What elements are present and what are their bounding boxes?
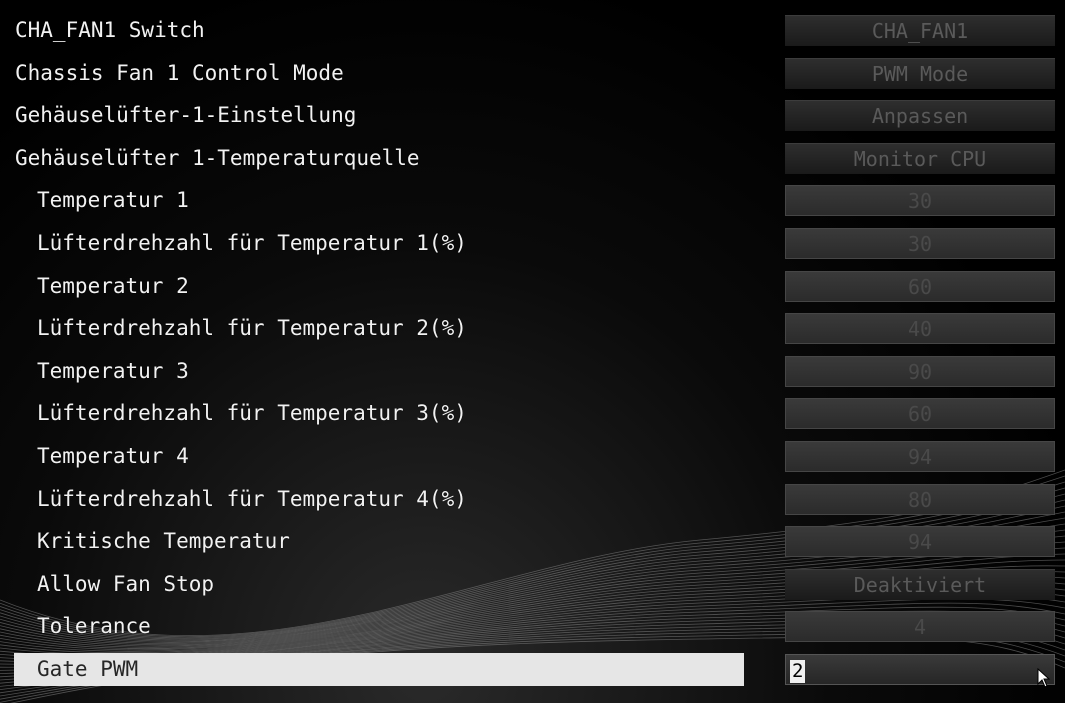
- setting-value-field[interactable]: 40: [785, 313, 1055, 345]
- setting-label[interactable]: Gate PWM: [37, 648, 138, 690]
- setting-row[interactable]: Allow Fan Stop Deaktiviert: [0, 563, 1065, 605]
- setting-value-field[interactable]: 94: [785, 526, 1055, 558]
- setting-row[interactable]: Temperatur 1 30: [0, 179, 1065, 221]
- setting-value-input[interactable]: 2: [785, 654, 1055, 685]
- setting-label[interactable]: Kritische Temperatur: [37, 520, 290, 562]
- setting-value-field[interactable]: 30: [785, 228, 1055, 259]
- setting-label[interactable]: Lüfterdrehzahl für Temperatur 3(%): [37, 392, 467, 434]
- setting-row[interactable]: Gehäuselüfter-1-Einstellung Anpassen: [0, 94, 1065, 136]
- setting-row[interactable]: Chassis Fan 1 Control Mode PWM Mode: [0, 52, 1065, 94]
- setting-row[interactable]: Temperatur 4 94: [0, 435, 1065, 477]
- setting-value-edit-text[interactable]: 2: [790, 660, 806, 683]
- setting-value-dropdown[interactable]: Anpassen: [785, 100, 1055, 132]
- bios-fan-settings-screen: CHA_FAN1 Switch CHA_FAN1 Chassis Fan 1 Con…: [0, 0, 1065, 703]
- setting-label[interactable]: Lüfterdrehzahl für Temperatur 2(%): [37, 307, 467, 349]
- setting-label[interactable]: Temperatur 2: [37, 265, 189, 307]
- setting-label[interactable]: Temperatur 1: [37, 179, 189, 221]
- setting-row[interactable]: Temperatur 2 60: [0, 265, 1065, 307]
- setting-label[interactable]: Allow Fan Stop: [37, 563, 214, 605]
- setting-label[interactable]: Tolerance: [37, 605, 151, 647]
- setting-value-dropdown[interactable]: Monitor CPU: [785, 142, 1055, 174]
- setting-value-field[interactable]: 4: [785, 611, 1055, 643]
- setting-row[interactable]: Lüfterdrehzahl für Temperatur 1(%) 30: [0, 222, 1065, 264]
- mouse-pointer-icon: [1037, 668, 1051, 688]
- setting-value-field[interactable]: 80: [785, 483, 1055, 515]
- setting-value-field[interactable]: 94: [785, 441, 1055, 472]
- setting-value-field[interactable]: 60: [785, 398, 1055, 430]
- setting-value-dropdown[interactable]: CHA_FAN1: [785, 15, 1055, 46]
- setting-row[interactable]: Lüfterdrehzahl für Temperatur 4(%) 80: [0, 478, 1065, 520]
- setting-row[interactable]: Temperatur 3 90: [0, 350, 1065, 392]
- setting-value-dropdown[interactable]: Deaktiviert: [785, 568, 1055, 600]
- setting-value-field[interactable]: 90: [785, 355, 1055, 387]
- setting-row[interactable]: Kritische Temperatur 94: [0, 520, 1065, 562]
- setting-label[interactable]: Chassis Fan 1 Control Mode: [15, 52, 344, 94]
- setting-label[interactable]: CHA_FAN1 Switch: [15, 9, 205, 51]
- setting-row[interactable]: Gate PWM 2: [0, 648, 1065, 690]
- setting-row[interactable]: Lüfterdrehzahl für Temperatur 3(%) 60: [0, 392, 1065, 434]
- setting-label[interactable]: Gehäuselüfter 1-Temperaturquelle: [15, 137, 420, 179]
- setting-row[interactable]: Gehäuselüfter 1-Temperaturquelle Monitor …: [0, 137, 1065, 179]
- setting-value-dropdown[interactable]: PWM Mode: [785, 57, 1055, 89]
- setting-row[interactable]: Lüfterdrehzahl für Temperatur 2(%) 40: [0, 307, 1065, 349]
- setting-label[interactable]: Temperatur 3: [37, 350, 189, 392]
- setting-value-field[interactable]: 30: [785, 185, 1055, 217]
- setting-label[interactable]: Gehäuselüfter-1-Einstellung: [15, 94, 356, 136]
- setting-label[interactable]: Lüfterdrehzahl für Temperatur 4(%): [37, 478, 467, 520]
- setting-row[interactable]: CHA_FAN1 Switch CHA_FAN1: [0, 9, 1065, 51]
- setting-label[interactable]: Temperatur 4: [37, 435, 189, 477]
- setting-value-field[interactable]: 60: [785, 270, 1055, 302]
- setting-label[interactable]: Lüfterdrehzahl für Temperatur 1(%): [37, 222, 467, 264]
- setting-row[interactable]: Tolerance 4: [0, 605, 1065, 647]
